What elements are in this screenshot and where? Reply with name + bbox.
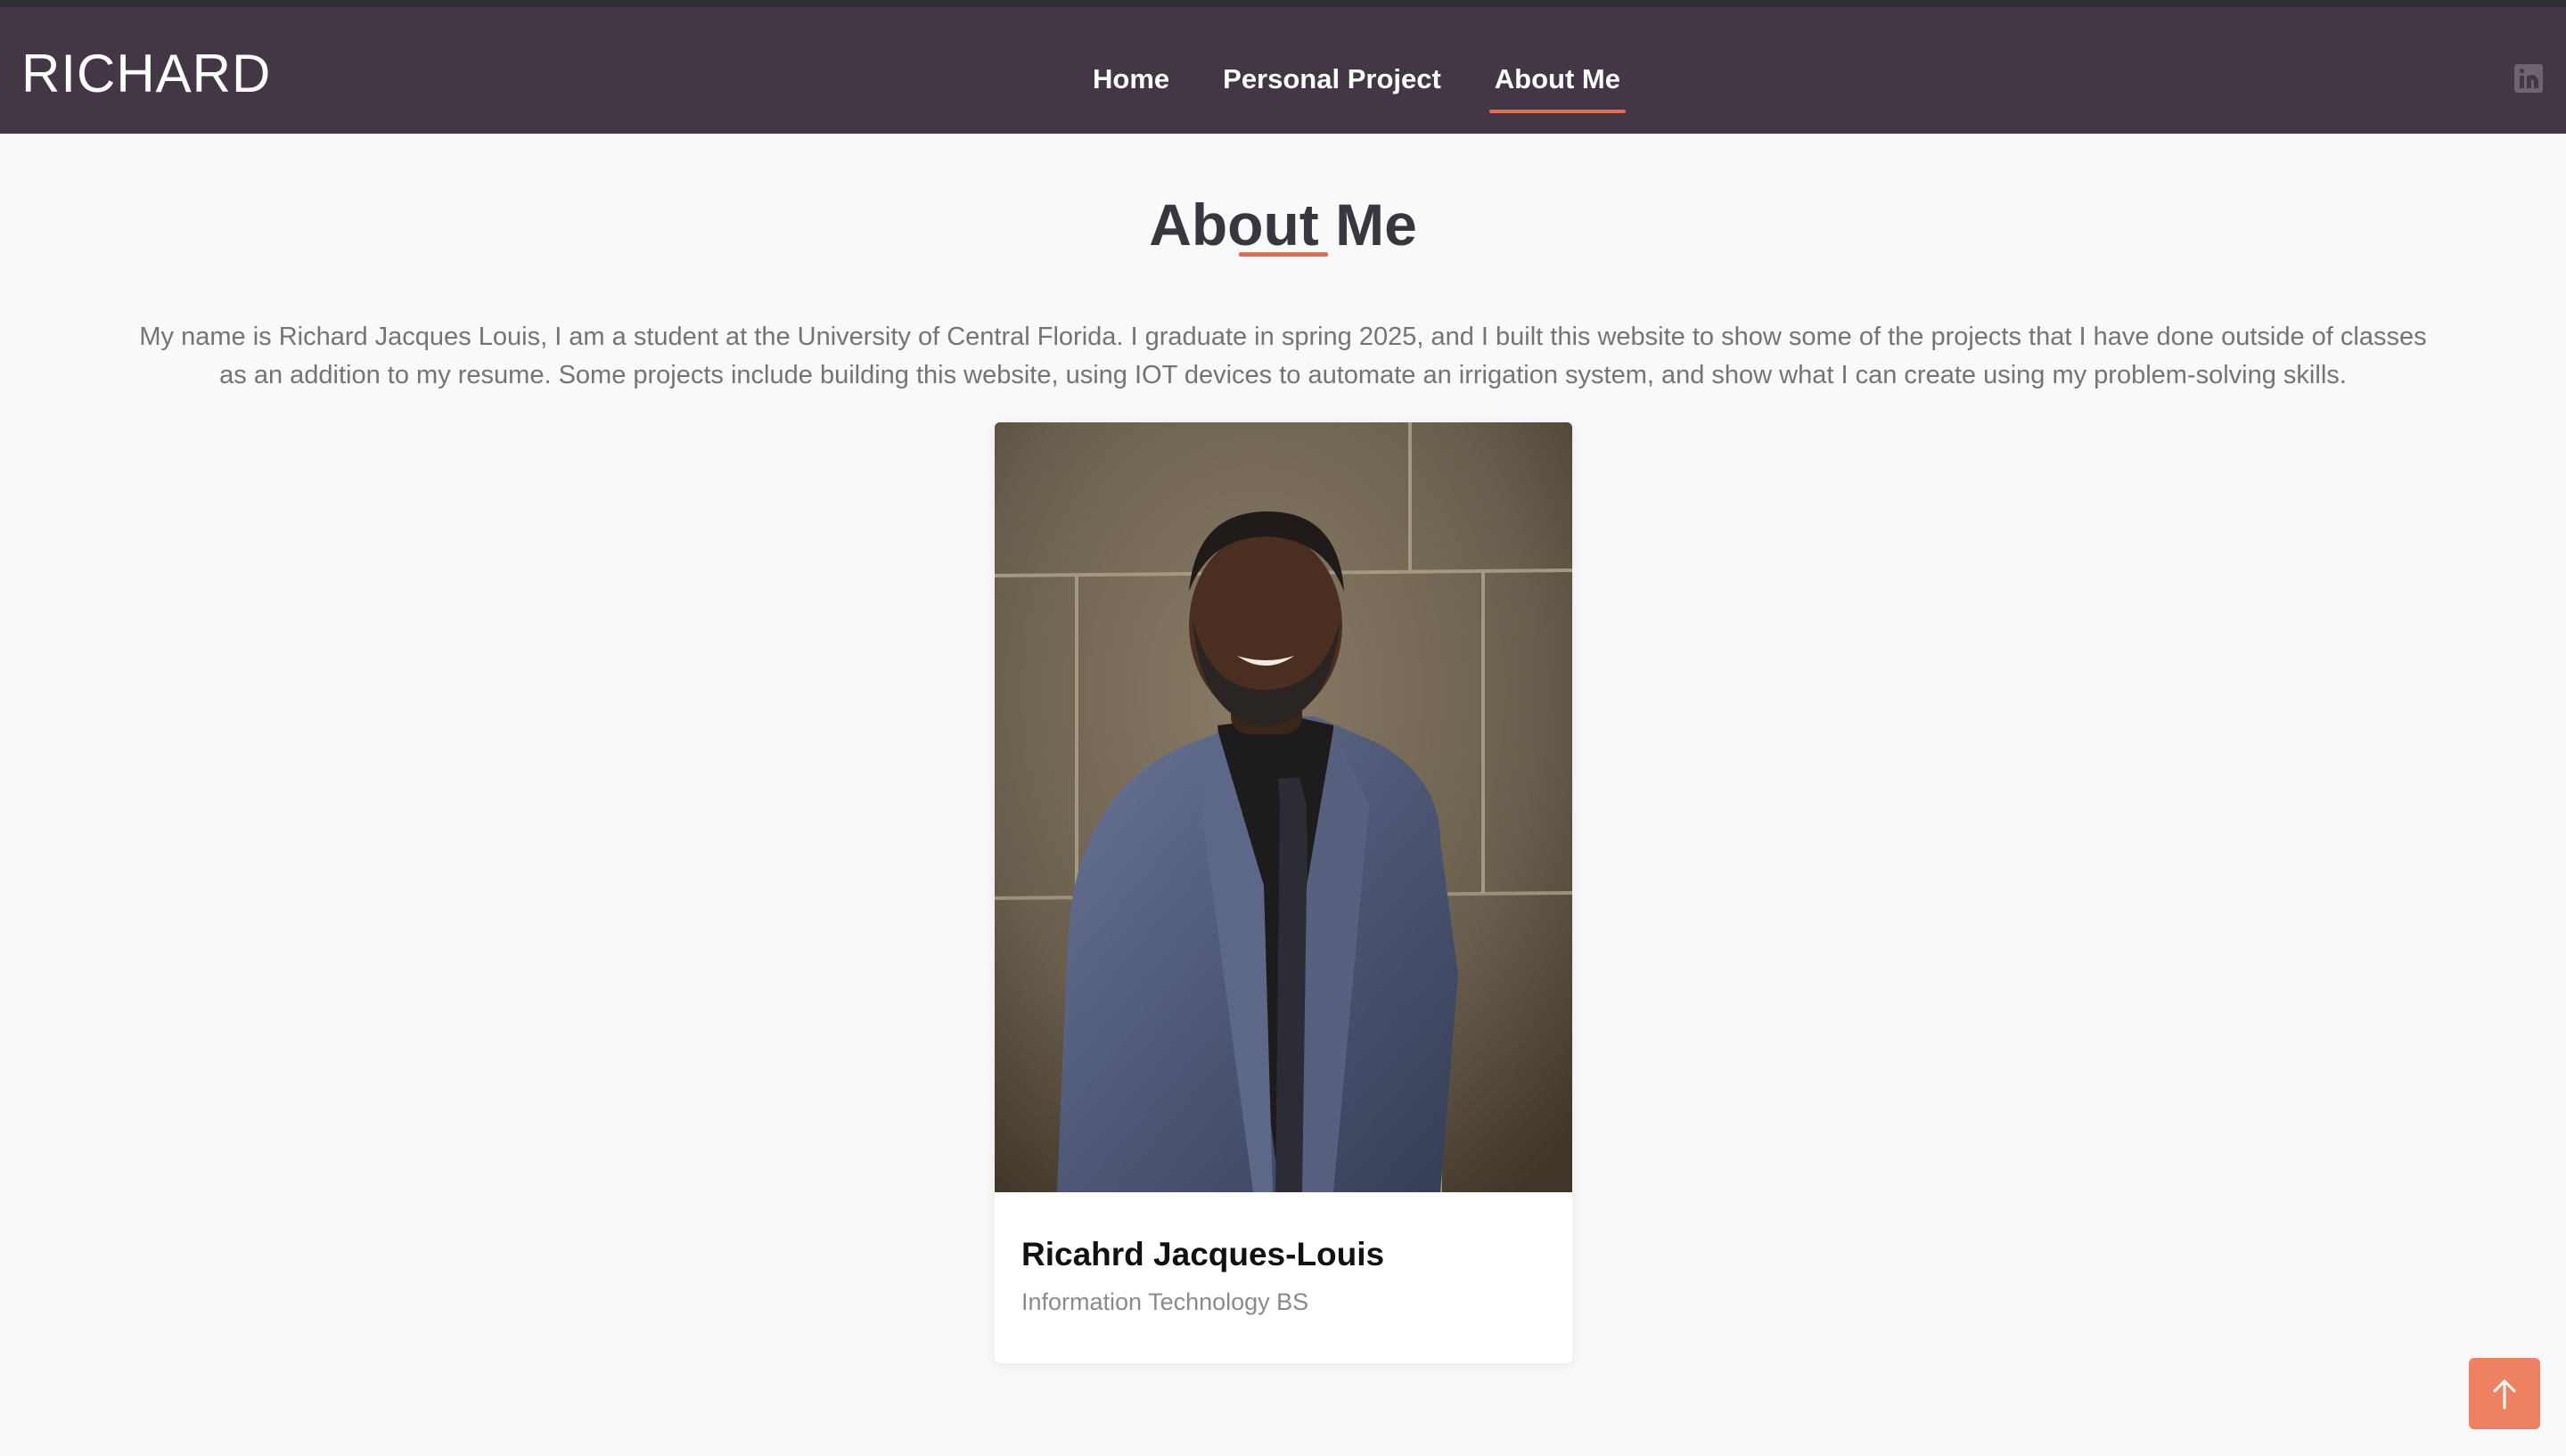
site-logo[interactable]: RICHARD [21,43,271,105]
profile-photo [995,422,1572,1192]
main-nav: Home Personal Project About Me [1087,57,1668,113]
page-title: About Me [1149,192,1417,258]
linkedin-icon-dot [2520,69,2524,73]
linkedin-icon-arc [2530,75,2538,88]
intro-paragraph: My name is Richard Jacques Louis, I am a… [139,323,2427,389]
linkedin-icon[interactable] [2514,64,2543,93]
nav-home[interactable]: Home [1087,63,1175,95]
nav-about-me[interactable]: About Me [1488,63,1627,113]
nav-personal-project[interactable]: Personal Project [1217,63,1447,95]
back-to-top-button[interactable] [2469,1358,2540,1429]
profile-card: Ricahrd Jacques-Louis Information Techno… [995,422,1572,1363]
linkedin-icon-bar [2520,76,2524,88]
profile-role: Information Technology BS [1021,1288,1309,1315]
title-underline [1239,252,1328,257]
arrow-up-icon [2493,1379,2516,1410]
profile-name: Ricahrd Jacques-Louis [1021,1236,1385,1272]
site-header: RICHARD Home Personal Project About Me [0,0,2566,134]
